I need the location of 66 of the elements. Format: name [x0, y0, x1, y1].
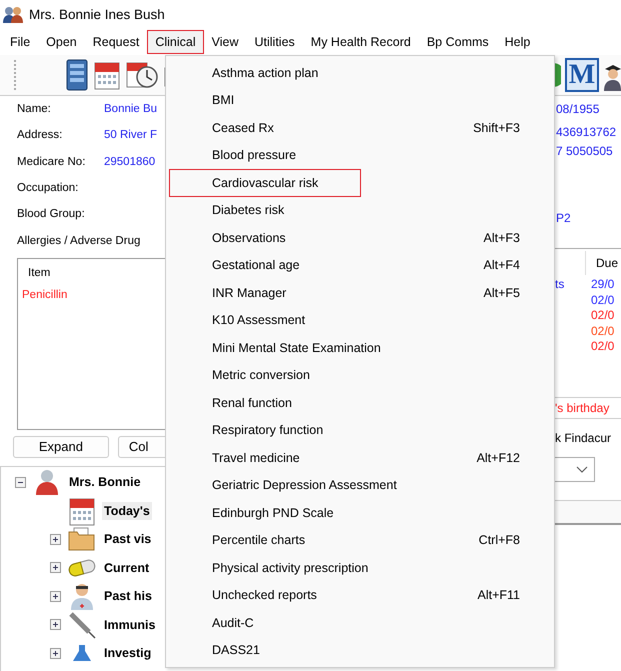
expand-button[interactable]: Expand — [13, 436, 109, 458]
tree-item[interactable]: Past his — [102, 587, 154, 606]
logo-button[interactable]: M — [565, 58, 599, 92]
menu-item[interactable]: Renal function — [169, 389, 551, 416]
table-cell: 02/0 — [591, 339, 614, 354]
menu-item[interactable]: Clinical — [147, 30, 204, 54]
window-title: Mrs. Bonnie Ines Bush — [29, 6, 165, 22]
field-label: Blood Group: — [17, 208, 86, 220]
tree-item[interactable]: Mrs. Bonnie — [67, 473, 143, 492]
menu-item[interactable]: Open — [38, 30, 85, 54]
field-label: Occupation: — [17, 182, 80, 194]
field-value: 7 5050505 — [556, 144, 613, 158]
collapse-button[interactable]: Col — [118, 436, 165, 458]
menu-item[interactable]: Blood pressure — [169, 142, 551, 169]
menu-item[interactable]: Request — [84, 30, 148, 54]
field-value: P2 — [556, 210, 571, 224]
menu-item[interactable]: Observations Alt+F3 — [169, 224, 551, 252]
menu-item[interactable]: Ceased Rx Shift+F3 — [169, 114, 551, 142]
field-value: 29501860 — [104, 156, 156, 168]
menu-item[interactable]: Percentile charts Ctrl+F8 — [169, 526, 551, 554]
menu-item[interactable]: View — [204, 30, 246, 54]
menu-item[interactable]: Asthma action plan — [169, 59, 551, 86]
menu-item[interactable]: Help — [496, 30, 538, 54]
field-value: 08/1955 — [556, 102, 600, 116]
menu-item[interactable]: Gestational age Alt+F4 — [169, 252, 551, 279]
tree-item[interactable]: Current — [102, 558, 152, 577]
table-cell: 02/0 — [591, 308, 614, 324]
table-cell: 29/0 — [591, 277, 614, 292]
field-label: Name: — [17, 103, 52, 116]
table-cell: 02/0 — [591, 292, 614, 308]
menu-item[interactable]: Utilities — [246, 30, 303, 54]
tree-item[interactable]: Immunis — [102, 616, 158, 634]
menu-item[interactable]: Geriatric Depression Assessment — [169, 472, 551, 499]
menu-item[interactable]: File — [2, 30, 38, 54]
tree-item[interactable]: Investig — [102, 644, 154, 662]
allergy-item[interactable]: Penicillin — [18, 282, 68, 301]
birthday-notice: 's birthday — [555, 401, 610, 415]
menu-item[interactable]: K10 Assessment — [169, 306, 551, 334]
table-cell: 02/0 — [591, 324, 614, 339]
field-value: 436913762 — [556, 124, 616, 138]
field-value: Bonnie Bu — [104, 103, 158, 116]
menu-item[interactable]: Audit-C — [169, 609, 551, 636]
menu-item[interactable]: Bp Comms — [418, 30, 497, 54]
field-label: Medicare No: — [17, 156, 86, 168]
menu-item[interactable]: Travel medicine Alt+F12 — [169, 444, 551, 472]
menu-item[interactable]: Unchecked reports Alt+F11 — [169, 582, 551, 609]
field-label: Allergies / Adverse Drug — [17, 234, 140, 247]
column-header: Due — [596, 256, 618, 270]
menu-item[interactable]: Respiratory function — [169, 416, 551, 444]
menu-item[interactable]: Metric conversion — [169, 362, 551, 389]
menu-item[interactable]: Mini Mental State Examination — [169, 334, 551, 362]
search-label: k Findacur — [555, 431, 612, 445]
table-cell: ts — [555, 277, 564, 291]
tree-item[interactable]: Past vis — [102, 530, 154, 548]
menu-item[interactable]: Cardiovascular risk — [169, 169, 361, 196]
menu-item[interactable]: My Health Record — [302, 30, 419, 54]
menu-item[interactable]: Diabetes risk — [169, 196, 551, 224]
tree-item[interactable]: Today's — [102, 502, 152, 520]
menu-item[interactable]: DASS21 — [169, 636, 551, 664]
column-header: Item — [27, 266, 50, 281]
menu-item[interactable]: Edinburgh PND Scale — [169, 499, 551, 526]
field-value: 50 River F — [104, 129, 158, 142]
menu-item[interactable]: Physical activity prescription — [169, 554, 551, 582]
field-label: Address: — [17, 129, 64, 142]
menu-item[interactable]: BMI — [169, 86, 551, 114]
menu-item[interactable]: INR Manager Alt+F5 — [169, 279, 551, 306]
